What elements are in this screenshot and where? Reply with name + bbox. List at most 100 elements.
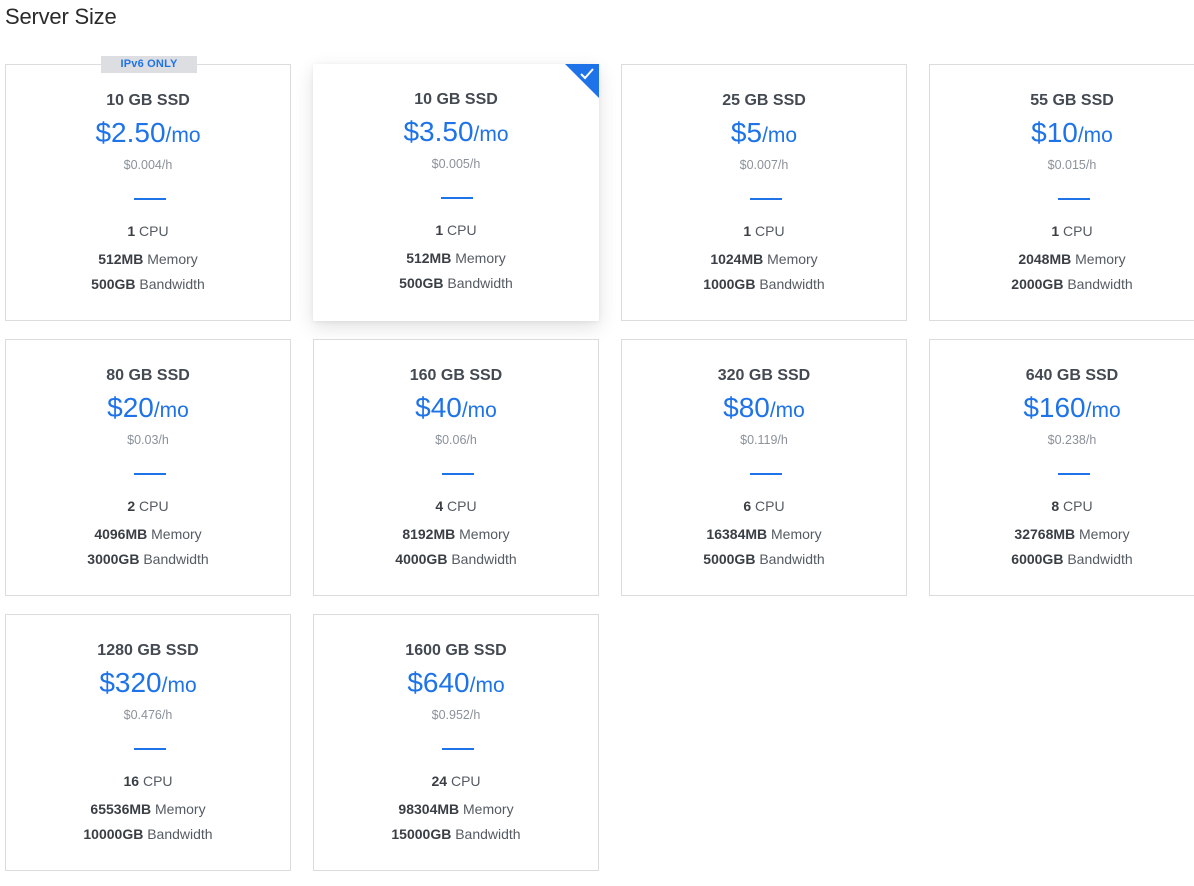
plan-cpu: 8 CPU [930, 498, 1194, 514]
plan-price-period: /mo [769, 399, 805, 422]
plan-storage: 80 GB SSD [106, 367, 190, 384]
plan-memory-value: 512MB [406, 250, 452, 266]
plan-bandwidth: 6000GB Bandwidth [930, 551, 1194, 567]
plan-memory-value: 16384MB [706, 526, 768, 542]
plan-cpu-label: CPU [1059, 498, 1093, 514]
plan-price-amount: $40 [415, 392, 462, 423]
plan-cpu-label: CPU [751, 498, 785, 514]
plan-grid: IPv6 ONLY 10 GB SSD $2.50/mo $0.004/h 1 … [0, 0, 1194, 886]
plan-memory-label: Memory [763, 251, 818, 267]
plan-bandwidth-label: Bandwidth [755, 551, 825, 567]
plan-memory: 8192MB Memory [314, 526, 598, 542]
plan-bandwidth: 500GB Bandwidth [6, 276, 290, 292]
plan-bandwidth-label: Bandwidth [135, 276, 205, 292]
plan-divider [134, 748, 166, 750]
plan-price-amount: $320 [99, 667, 162, 698]
plan-memory: 65536MB Memory [6, 801, 290, 817]
plan-card[interactable]: 55 GB SSD $10/mo $0.015/h 1 CPU 2048MB M… [929, 64, 1194, 321]
plan-price-period: /mo [1085, 399, 1121, 422]
plan-bandwidth-label: Bandwidth [1063, 551, 1133, 567]
plan-cpu-label: CPU [139, 773, 173, 789]
plan-hourly-price: $0.238/h [1047, 433, 1097, 447]
plan-cpu-label: CPU [443, 498, 477, 514]
plan-storage: 25 GB SSD [722, 92, 806, 109]
plan-price-amount: $20 [107, 392, 154, 423]
plan-price: $80/mo [622, 392, 906, 424]
plan-card[interactable]: 1280 GB SSD $320/mo $0.476/h 16 CPU 6553… [5, 614, 291, 871]
plan-cpu: 1 CPU [622, 223, 906, 239]
plan-divider [441, 197, 473, 199]
plan-price: $2.50/mo [6, 117, 290, 149]
plan-bandwidth-label: Bandwidth [143, 826, 213, 842]
plan-cpu: 6 CPU [622, 498, 906, 514]
plan-card[interactable]: 320 GB SSD $80/mo $0.119/h 6 CPU 16384MB… [621, 339, 907, 596]
plan-bandwidth-label: Bandwidth [1063, 276, 1133, 292]
plan-memory-value: 8192MB [402, 526, 456, 542]
plan-cpu-label: CPU [751, 223, 785, 239]
plan-bandwidth: 4000GB Bandwidth [314, 551, 598, 567]
plan-bandwidth-value: 15000GB [391, 826, 452, 842]
plan-memory: 16384MB Memory [622, 526, 906, 542]
plan-bandwidth-value: 10000GB [83, 826, 144, 842]
plan-card[interactable]: 640 GB SSD $160/mo $0.238/h 8 CPU 32768M… [929, 339, 1194, 596]
plan-storage: 10 GB SSD [106, 92, 190, 109]
plan-memory-value: 512MB [98, 251, 144, 267]
plan-cpu-value: 16 [123, 773, 140, 789]
plan-bandwidth: 15000GB Bandwidth [314, 826, 598, 842]
plan-cpu: 1 CPU [313, 222, 599, 238]
plan-price: $160/mo [930, 392, 1194, 424]
plan-bandwidth: 5000GB Bandwidth [622, 551, 906, 567]
plan-cpu: 4 CPU [314, 498, 598, 514]
plan-bandwidth: 10000GB Bandwidth [6, 826, 290, 842]
plan-cpu-label: CPU [1059, 223, 1093, 239]
plan-bandwidth-value: 500GB [399, 275, 444, 291]
plan-memory-label: Memory [767, 526, 822, 542]
plan-memory-value: 4096MB [94, 526, 148, 542]
plan-memory-label: Memory [1075, 526, 1130, 542]
plan-price-amount: $5 [730, 117, 763, 148]
plan-memory: 512MB Memory [313, 250, 599, 266]
plan-price: $320/mo [6, 667, 290, 699]
plan-card[interactable]: 25 GB SSD $5/mo $0.007/h 1 CPU 1024MB Me… [621, 64, 907, 321]
plan-card-selected[interactable]: 10 GB SSD $3.50/mo $0.005/h 1 CPU 512MB … [313, 64, 599, 321]
plan-divider [1058, 473, 1090, 475]
plan-bandwidth-value: 5000GB [703, 551, 756, 567]
plan-price: $10/mo [930, 117, 1194, 149]
plan-card[interactable]: 160 GB SSD $40/mo $0.06/h 4 CPU 8192MB M… [313, 339, 599, 596]
plan-price: $40/mo [314, 392, 598, 424]
plan-price-period: /mo [473, 123, 509, 146]
plan-price: $20/mo [6, 392, 290, 424]
plan-cpu-value: 1 [127, 223, 136, 239]
plan-price-amount: $160 [1023, 392, 1086, 423]
plan-price-period: /mo [1077, 124, 1113, 147]
plan-hourly-price: $0.007/h [739, 158, 789, 172]
plan-bandwidth-label: Bandwidth [451, 826, 521, 842]
plan-card[interactable]: 1600 GB SSD $640/mo $0.952/h 24 CPU 9830… [313, 614, 599, 871]
plan-price-amount: $10 [1031, 117, 1078, 148]
plan-memory-value: 32768MB [1014, 526, 1076, 542]
plan-memory: 98304MB Memory [314, 801, 598, 817]
plan-cpu-label: CPU [447, 773, 481, 789]
plan-cpu-value: 1 [1051, 223, 1060, 239]
plan-memory-label: Memory [1071, 251, 1126, 267]
plan-memory-label: Memory [451, 250, 506, 266]
plan-bandwidth-value: 1000GB [703, 276, 756, 292]
plan-memory-value: 1024MB [710, 251, 764, 267]
plan-bandwidth-label: Bandwidth [443, 275, 513, 291]
plan-card[interactable]: 80 GB SSD $20/mo $0.03/h 2 CPU 4096MB Me… [5, 339, 291, 596]
plan-storage: 1280 GB SSD [97, 642, 199, 659]
plan-memory-value: 2048MB [1018, 251, 1072, 267]
plan-storage: 55 GB SSD [1030, 92, 1114, 109]
plan-divider [134, 198, 166, 200]
plan-price-period: /mo [469, 674, 505, 697]
plan-cpu-label: CPU [135, 498, 169, 514]
plan-cpu: 1 CPU [930, 223, 1194, 239]
plan-bandwidth-label: Bandwidth [139, 551, 209, 567]
plan-storage: 640 GB SSD [1025, 367, 1119, 384]
plan-memory-label: Memory [143, 251, 198, 267]
plan-divider [134, 473, 166, 475]
plan-card[interactable]: IPv6 ONLY 10 GB SSD $2.50/mo $0.004/h 1 … [5, 56, 291, 321]
plan-bandwidth-value: 4000GB [395, 551, 448, 567]
plan-hourly-price: $0.476/h [123, 708, 173, 722]
plan-divider [750, 473, 782, 475]
